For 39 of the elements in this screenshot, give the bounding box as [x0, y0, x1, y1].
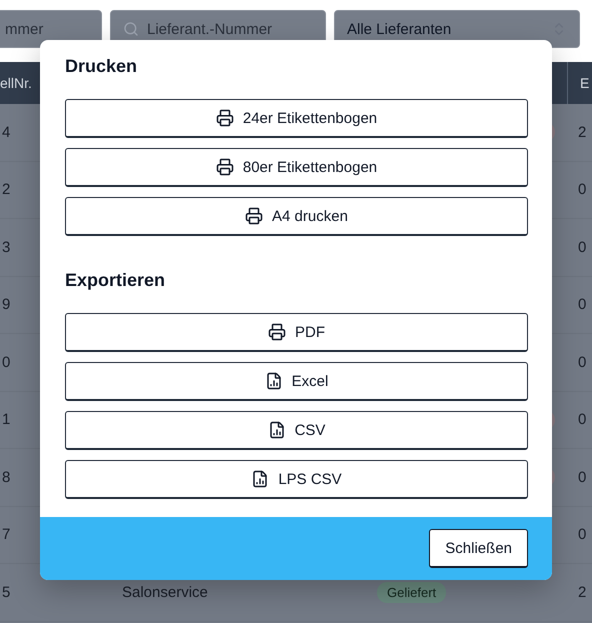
- column-header: ellNr.: [0, 75, 33, 91]
- print-button[interactable]: A4 drucken: [65, 197, 528, 236]
- table-cell-text: 5: [1, 584, 12, 601]
- printer-icon: [245, 207, 264, 225]
- section-title: Exportieren: [65, 270, 166, 291]
- table-cell-text: 8: [1, 468, 12, 486]
- search-icon: [123, 21, 139, 37]
- file-chart-icon: [268, 421, 286, 439]
- table-cell-text: 9: [1, 296, 12, 314]
- status-badge: Geliefert: [377, 582, 446, 603]
- table-cell-text: 0: [577, 181, 588, 198]
- table-cell-text: 2: [577, 584, 588, 601]
- table-cell-text: 0: [577, 526, 588, 544]
- table-cell-text: 0: [1, 354, 12, 371]
- export-button[interactable]: LPS CSV: [65, 460, 528, 499]
- close-button[interactable]: Schließen: [429, 529, 528, 568]
- table-cell-text: 0: [577, 354, 588, 371]
- table-cell-text: 2: [1, 181, 12, 198]
- printer-icon: [216, 158, 234, 176]
- file-chart-icon: [251, 470, 270, 488]
- table-cell-text: 3: [1, 238, 12, 256]
- export-button[interactable]: CSV: [65, 411, 528, 450]
- print-button[interactable]: 24er Etikettenbogen: [65, 99, 528, 138]
- table-cell-text: 7: [1, 526, 12, 544]
- printer-icon: [268, 323, 286, 341]
- table-cell-text: 0: [577, 296, 588, 314]
- table-cell-text: 0: [577, 238, 588, 256]
- table-cell-text: 0: [577, 411, 588, 428]
- print-button[interactable]: 80er Etikettenbogen: [65, 148, 528, 187]
- file-chart-icon: [264, 372, 283, 390]
- column-header: E: [579, 75, 590, 91]
- table-cell-text: 2: [577, 124, 588, 141]
- table-cell-text: 4: [1, 124, 12, 141]
- table-cell-text: 1: [1, 411, 12, 428]
- table-cell-text: 0: [577, 468, 588, 486]
- printer-icon: [216, 109, 234, 127]
- print-button[interactable]: PDF: [65, 313, 528, 352]
- export-button[interactable]: Excel: [65, 362, 528, 401]
- section-title: Drucken: [65, 56, 138, 77]
